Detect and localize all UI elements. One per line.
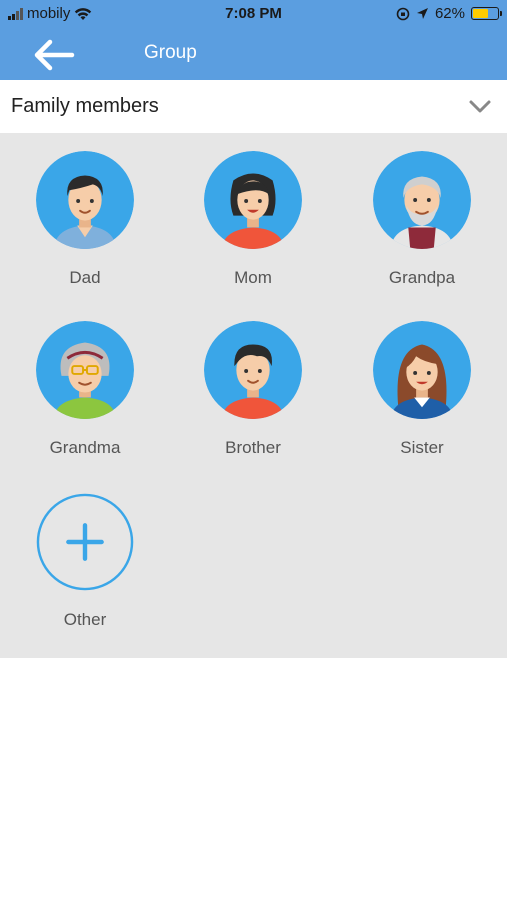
chevron-down-icon[interactable] [467,94,493,120]
member-label: Grandma [49,438,121,457]
battery-percent: 62% [434,5,465,22]
page-title: Group [144,42,197,63]
location-icon [416,8,428,19]
section-title: Family members [11,95,159,117]
member-grandma[interactable]: Grandma [0,303,168,463]
status-bar: mobily 7:08 PM 62% [0,0,507,30]
sister-avatar-icon [373,321,471,419]
member-dad[interactable]: Dad [0,133,168,293]
family-members-header[interactable]: Family members [0,80,507,133]
member-label: Other [63,610,107,629]
screen-lock-icon [396,7,410,20]
member-label: Mom [234,268,272,287]
member-label: Grandpa [388,268,456,287]
mom-avatar-icon [204,151,302,249]
member-label: Brother [225,438,281,457]
add-other-button[interactable] [36,493,134,591]
member-grandpa[interactable]: Grandpa [337,133,505,293]
member-brother[interactable]: Brother [168,303,336,463]
member-mom[interactable]: Mom [168,133,336,293]
brother-avatar-icon [204,321,302,419]
back-arrow-icon[interactable] [28,34,80,76]
grandpa-avatar-icon [373,151,471,249]
member-label: Sister [400,438,444,457]
grandma-avatar-icon [36,321,134,419]
plus-icon [66,523,104,561]
members-grid: Dad Mom Grandpa Grandma Brother Sister O… [0,133,507,658]
member-sister[interactable]: Sister [337,303,505,463]
status-right: 62% [396,5,502,22]
member-other[interactable]: Other [0,475,168,635]
member-label: Dad [69,268,101,287]
nav-bar: Group [0,30,507,80]
battery-level [473,9,488,18]
dad-avatar-icon [36,151,134,249]
battery-icon [471,7,502,20]
